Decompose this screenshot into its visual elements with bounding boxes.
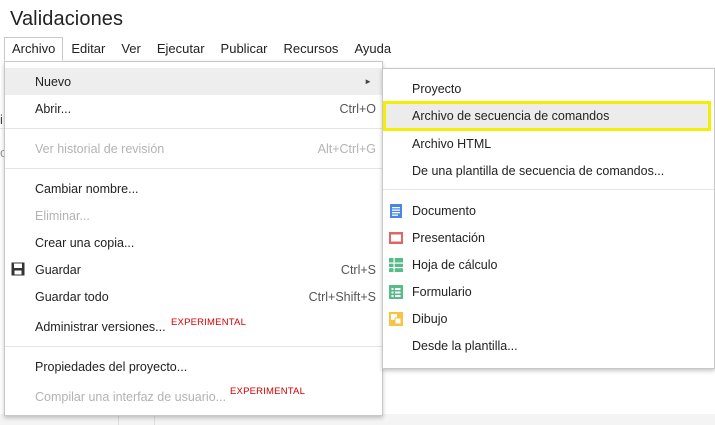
menu-item-label: Administrar versiones... — [35, 319, 166, 334]
menu-item-label: Propiedades del proyecto... — [35, 359, 188, 374]
menu-item-label: Cambiar nombre... — [35, 181, 139, 196]
menu-item-label: Abrir... — [35, 101, 72, 116]
new-submenu: Proyecto Archivo de secuencia de comando… — [382, 68, 715, 369]
submenu-item-desde-plantilla[interactable]: Desde la plantilla... — [383, 332, 714, 359]
menu-separator — [383, 189, 714, 190]
submenu-item-archivo-secuencia[interactable]: Archivo de secuencia de comandos — [383, 101, 711, 131]
menu-item-label: Guardar todo — [35, 289, 109, 304]
menu-item-label: Presentación — [412, 230, 485, 245]
sheets-icon — [389, 257, 403, 272]
background-text: i — [0, 112, 3, 127]
menu-ver[interactable]: Ver — [113, 38, 149, 60]
menu-item-nuevo[interactable]: Nuevo ► — [5, 68, 382, 95]
submenu-item-archivo-html[interactable]: Archivo HTML — [383, 130, 714, 157]
submenu-item-proyecto[interactable]: Proyecto — [383, 75, 714, 102]
menu-editar[interactable]: Editar — [63, 38, 113, 60]
docs-icon — [390, 203, 402, 218]
drawings-icon — [389, 311, 403, 326]
menu-item-cambiar-nombre[interactable]: Cambiar nombre... — [5, 175, 382, 202]
menu-item-label: Nuevo — [35, 74, 72, 89]
shortcut-label: Ctrl+Shift+S — [308, 289, 376, 304]
file-menu: Nuevo ► Abrir... Ctrl+O Ver historial de… — [4, 61, 383, 416]
menu-item-label: Ver historial de revisión — [35, 141, 165, 156]
menu-item-label: Archivo de secuencia de comandos — [412, 109, 610, 123]
menu-separator — [5, 346, 382, 347]
menu-item-label: Compilar una interfaz de usuario... — [35, 389, 227, 404]
menu-item-administrar-versiones[interactable]: Administrar versiones... EXPERIMENTAL — [5, 313, 382, 340]
menu-separator — [5, 128, 382, 129]
menu-item-eliminar: Eliminar... — [5, 202, 382, 229]
shortcut-label: Alt+Ctrl+G — [317, 141, 376, 156]
menu-item-abrir[interactable]: Abrir... Ctrl+O — [5, 95, 382, 122]
menu-item-historial: Ver historial de revisión Alt+Ctrl+G — [5, 135, 382, 162]
menu-item-label: Desde la plantilla... — [412, 338, 518, 353]
menu-item-guardar-todo[interactable]: Guardar todo Ctrl+Shift+S — [5, 283, 382, 310]
menu-item-label: Hoja de cálculo — [412, 257, 498, 272]
menu-item-label: Dibujo — [412, 311, 448, 326]
menu-ayuda[interactable]: Ayuda — [346, 38, 399, 60]
menu-item-label: Guardar — [35, 262, 81, 277]
menu-item-crear-copia[interactable]: Crear una copia... — [5, 229, 382, 256]
menu-bar: Archivo Editar Ver Ejecutar Publicar Rec… — [4, 36, 399, 62]
forms-icon — [389, 284, 403, 299]
menu-item-label: Crear una copia... — [35, 235, 135, 250]
menu-item-label: Formulario — [412, 284, 472, 299]
save-icon — [11, 262, 25, 276]
menu-item-propiedades[interactable]: Propiedades del proyecto... — [5, 353, 382, 380]
menu-archivo[interactable]: Archivo — [4, 37, 64, 61]
menu-item-label: Documento — [412, 203, 476, 218]
menu-publicar[interactable]: Publicar — [213, 38, 276, 60]
experimental-badge: EXPERIMENTAL — [171, 317, 247, 328]
menu-item-compilar: Compilar una interfaz de usuario... EXPE… — [5, 383, 382, 410]
menu-item-guardar[interactable]: Guardar Ctrl+S — [5, 256, 382, 283]
menu-separator — [5, 168, 382, 169]
submenu-item-hoja-calculo[interactable]: Hoja de cálculo — [383, 251, 714, 278]
submenu-item-documento[interactable]: Documento — [383, 197, 714, 224]
submenu-item-plantilla-secuencia[interactable]: De una plantilla de secuencia de comando… — [383, 157, 714, 184]
menu-item-label: Proyecto — [412, 81, 462, 96]
experimental-badge: EXPERIMENTAL — [230, 386, 306, 397]
submenu-item-formulario[interactable]: Formulario — [383, 278, 714, 305]
shortcut-label: Ctrl+S — [340, 262, 376, 277]
menu-recursos[interactable]: Recursos — [276, 38, 347, 60]
submenu-arrow-icon: ► — [364, 77, 372, 86]
submenu-item-presentacion[interactable]: Presentación — [383, 224, 714, 251]
menu-item-label: Eliminar... — [35, 208, 90, 223]
menu-ejecutar[interactable]: Ejecutar — [149, 38, 213, 60]
shortcut-label: Ctrl+O — [339, 101, 376, 116]
menu-item-label: Archivo HTML — [412, 136, 492, 151]
project-title: Validaciones — [10, 8, 124, 30]
slides-icon — [389, 231, 403, 244]
submenu-item-dibujo[interactable]: Dibujo — [383, 305, 714, 332]
menu-item-label: De una plantilla de secuencia de comando… — [412, 163, 665, 178]
